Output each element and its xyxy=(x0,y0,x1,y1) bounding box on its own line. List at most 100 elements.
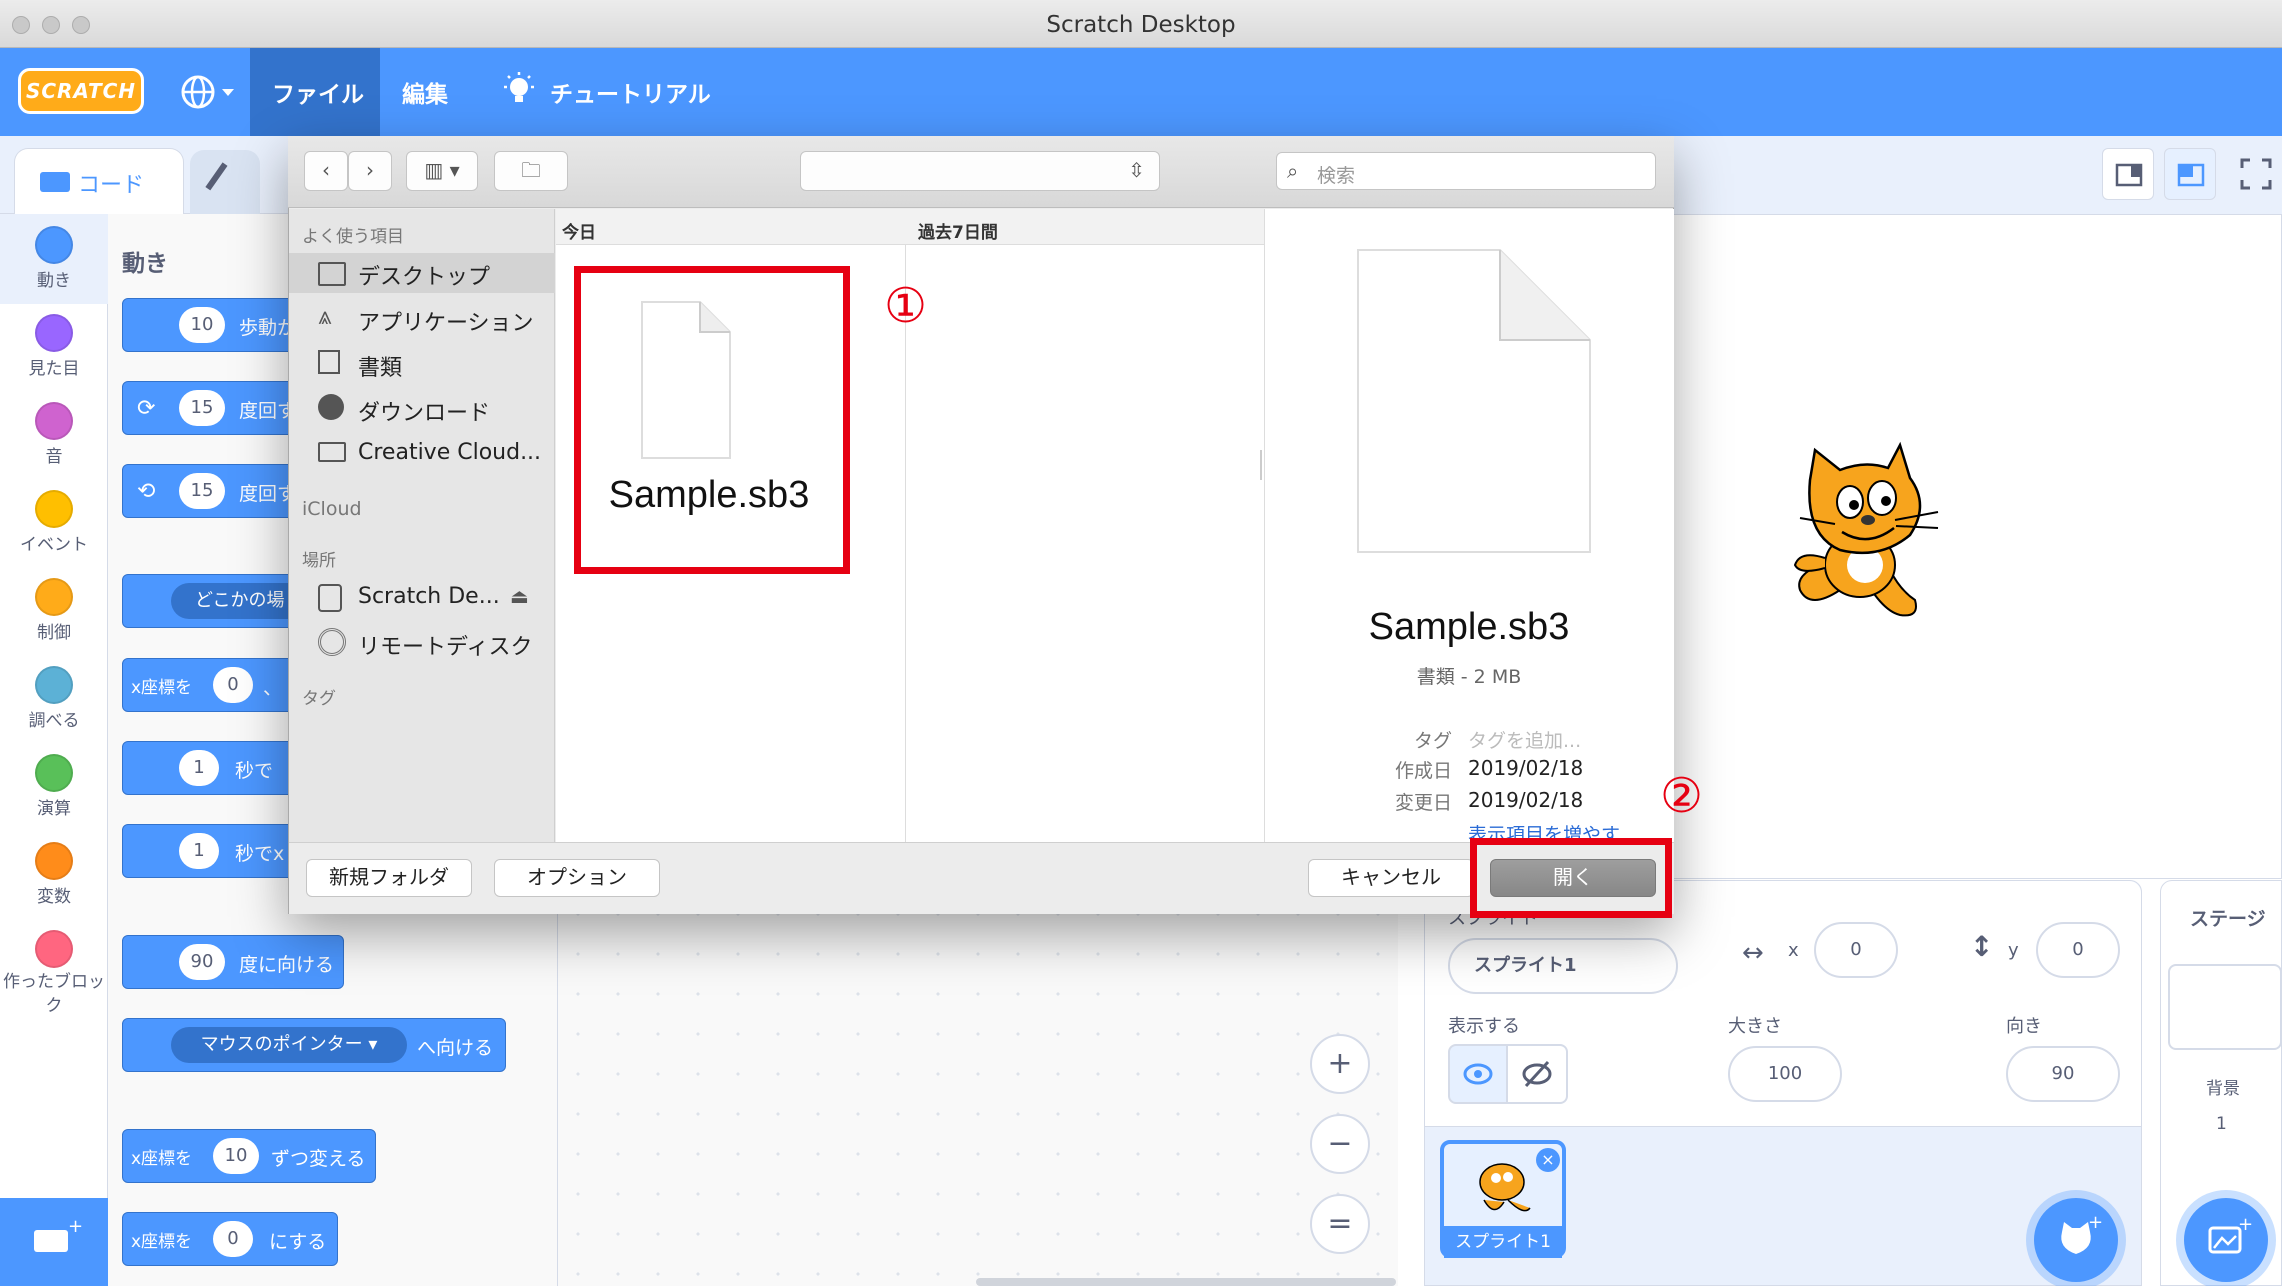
direction-input[interactable]: 90 xyxy=(2006,1046,2120,1102)
size-input[interactable]: 100 xyxy=(1728,1046,1842,1102)
block-input[interactable]: 1 xyxy=(179,833,219,869)
category-events-label[interactable]: イベント xyxy=(0,530,108,555)
zoom-in-button[interactable]: + xyxy=(1310,1034,1370,1094)
tutorial-menu[interactable]: チュートリアル xyxy=(550,75,711,109)
location-popup[interactable]: ⇳ xyxy=(800,151,1160,191)
block-input[interactable]: 10 xyxy=(213,1138,259,1174)
block-text: にする xyxy=(269,1231,327,1253)
normal-stage-button[interactable] xyxy=(2164,148,2216,200)
options-button[interactable]: オプション xyxy=(494,859,660,897)
group-today-label: 今日 xyxy=(562,223,596,243)
documents-icon xyxy=(318,350,340,374)
scratch-cat-sprite[interactable] xyxy=(1770,440,1950,640)
show-label: 表示する xyxy=(1448,1016,1520,1037)
svg-text:+: + xyxy=(68,1216,83,1237)
new-folder-button[interactable]: 新規フォルダ xyxy=(306,859,472,897)
category-sensing-dot[interactable] xyxy=(35,666,73,704)
block-dropdown[interactable]: マウスのポインター ▾ xyxy=(171,1027,407,1063)
y-arrows-icon: ↕ xyxy=(1970,930,1994,963)
block-input[interactable]: 1 xyxy=(179,750,219,786)
category-myblocks-label[interactable]: 作ったブロック xyxy=(0,970,108,1020)
zoom-out-button[interactable]: − xyxy=(1310,1114,1370,1174)
sidebar-item-downloads[interactable]: ダウンロード xyxy=(358,395,490,427)
block-input[interactable]: 90 xyxy=(179,944,225,980)
add-extension-button[interactable]: + xyxy=(0,1198,108,1286)
block-input[interactable]: 15 xyxy=(179,390,225,426)
file-browser-column[interactable] xyxy=(906,209,1264,842)
block-input[interactable]: 15 xyxy=(179,473,225,509)
block-input[interactable]: 10 xyxy=(179,307,225,343)
category-operators-dot[interactable] xyxy=(35,754,73,792)
block-text: x座標を xyxy=(131,1149,193,1169)
column-resize-handle[interactable] xyxy=(1260,450,1262,480)
stage-thumbnail[interactable] xyxy=(2168,964,2282,1050)
category-sensing-label[interactable]: 調べる xyxy=(0,706,108,731)
delete-sprite-icon[interactable]: × xyxy=(1536,1148,1560,1172)
sprite-thumbnail-name: スプライト1 xyxy=(1444,1226,1562,1258)
sidebar-item-documents[interactable]: 書類 xyxy=(358,350,402,382)
block-point-direction[interactable]: 90 度に向ける xyxy=(122,935,344,989)
category-events-dot[interactable] xyxy=(35,490,73,528)
sidebar-item-creative-cloud[interactable]: Creative Cloud... xyxy=(358,440,541,465)
window-title: Scratch Desktop xyxy=(1046,12,1236,38)
eject-icon[interactable]: ⏏ xyxy=(510,584,529,608)
category-operators-label[interactable]: 演算 xyxy=(0,794,108,819)
cancel-button[interactable]: キャンセル xyxy=(1308,859,1474,897)
file-column-header xyxy=(556,209,1264,245)
scratch-logo[interactable]: SCRATCH xyxy=(18,68,144,114)
category-variables-label[interactable]: 変数 xyxy=(0,882,108,907)
small-stage-button[interactable] xyxy=(2102,148,2154,200)
fullscreen-button[interactable] xyxy=(2232,150,2280,198)
view-mode-button[interactable]: ▥ ▾ xyxy=(406,151,478,191)
sidebar-item-remote-disc[interactable]: リモートディスク xyxy=(358,629,532,661)
new-folder-toolbar-button[interactable]: 🗀 xyxy=(494,151,568,191)
block-input[interactable]: 0 xyxy=(213,667,253,703)
block-text: x座標を xyxy=(131,678,193,698)
y-input[interactable]: 0 xyxy=(2036,922,2120,978)
script-area-scrollbar[interactable] xyxy=(976,1278,1396,1286)
preview-kind: 書類 - 2 MB xyxy=(1416,666,1522,688)
block-text: ずつ変える xyxy=(271,1148,366,1170)
columns-view-icon: ▥ ▾ xyxy=(424,158,460,182)
choose-sprite-button[interactable]: + xyxy=(2034,1198,2118,1282)
preview-file-name: Sample.sb3 xyxy=(1368,606,1570,648)
sprite-name-input[interactable]: スプライト1 xyxy=(1448,938,1678,994)
sidebar-item-applications[interactable]: アプリケーション xyxy=(358,305,534,337)
edit-menu[interactable]: 編集 xyxy=(402,75,448,109)
file-menu[interactable]: ファイル xyxy=(272,75,364,109)
add-tag-field[interactable]: タグを追加... xyxy=(1468,726,1581,753)
extension-icon: + xyxy=(34,1216,83,1252)
category-control-dot[interactable] xyxy=(35,578,73,616)
choose-backdrop-button[interactable]: + xyxy=(2184,1198,2268,1282)
category-looks-dot[interactable] xyxy=(35,314,73,352)
category-variables-dot[interactable] xyxy=(35,842,73,880)
forward-button[interactable]: › xyxy=(348,151,392,191)
language-menu[interactable] xyxy=(180,70,240,114)
annotation-box-open xyxy=(1470,838,1672,918)
category-looks-label[interactable]: 見た目 xyxy=(0,354,108,379)
block-set-x[interactable]: x座標を 0 にする xyxy=(122,1212,338,1266)
back-button[interactable]: ‹ xyxy=(304,151,348,191)
hide-sprite-button[interactable] xyxy=(1508,1044,1568,1104)
sidebar-item-scratch-desktop[interactable]: Scratch De... xyxy=(358,584,500,609)
code-icon xyxy=(40,172,70,192)
download-icon xyxy=(318,394,344,420)
category-control-label[interactable]: 制御 xyxy=(0,618,108,643)
category-sound-dot[interactable] xyxy=(35,402,73,440)
zoom-reset-button[interactable]: = xyxy=(1310,1194,1370,1254)
category-motion-label[interactable]: 動き xyxy=(0,266,108,291)
preview-created-value: 2019/02/18 xyxy=(1468,756,1584,780)
group-last7-label: 過去7日間 xyxy=(918,223,998,243)
sidebar-item-desktop[interactable]: デスクトップ xyxy=(358,259,490,291)
category-myblocks-dot[interactable] xyxy=(35,930,73,968)
block-point-towards[interactable]: マウスのポインター ▾ へ向ける xyxy=(122,1018,506,1072)
category-motion-dot[interactable] xyxy=(35,226,73,264)
block-input[interactable]: 0 xyxy=(213,1221,253,1257)
x-input[interactable]: 0 xyxy=(1814,922,1898,978)
search-field[interactable]: ⌕ 検索 xyxy=(1276,152,1656,190)
block-change-x[interactable]: x座標を 10 ずつ変える xyxy=(122,1129,376,1183)
annotation-box-file xyxy=(574,266,850,574)
show-sprite-button[interactable] xyxy=(1448,1044,1508,1104)
disk-icon xyxy=(318,584,342,612)
category-sound-label[interactable]: 音 xyxy=(0,442,108,467)
